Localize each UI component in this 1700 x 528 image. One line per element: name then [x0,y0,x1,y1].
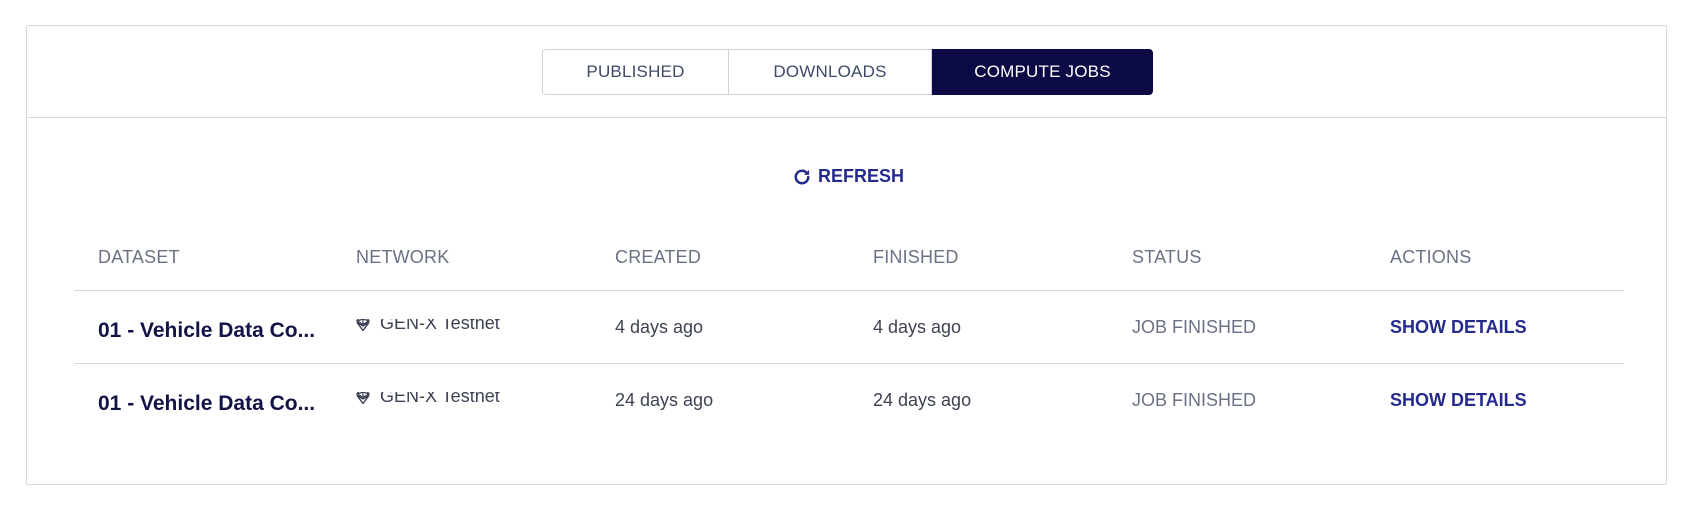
dataset-link[interactable]: 01 - Vehicle Data Co... [74,311,332,343]
created-cell: 4 days ago [615,316,704,337]
status-cell: JOB FINISHED [1132,389,1257,410]
network-name: GEN-X Testnet [380,318,500,333]
header-created: CREATED [615,246,702,267]
status-cell: JOB FINISHED [1132,316,1257,337]
tab-compute-jobs[interactable]: COMPUTE JOBS [932,49,1153,95]
network-cell: GEN-X Testnet [332,391,591,409]
created-cell: 24 days ago [615,389,714,410]
tab-bar: PUBLISHED DOWNLOADS COMPUTE JOBS [27,26,1666,118]
table-header: DATASET NETWORK CREATED FINISHED STATUS … [74,236,1624,291]
finished-cell: 4 days ago [873,316,962,337]
finished-cell: 24 days ago [873,389,972,410]
show-details-button[interactable]: SHOW DETAILS [1366,390,1624,411]
compute-jobs-table: DATASET NETWORK CREATED FINISHED STATUS … [74,236,1624,436]
ethereum-icon [356,391,370,409]
tab-published[interactable]: PUBLISHED [542,49,729,95]
tab-group: PUBLISHED DOWNLOADS COMPUTE JOBS [542,49,1153,95]
dataset-link[interactable]: 01 - Vehicle Data Co... [74,384,332,416]
table-row: 01 - Vehicle Data Co... GEN-X Testnet 4 … [74,291,1624,364]
tab-downloads[interactable]: DOWNLOADS [729,49,932,95]
network-name: GEN-X Testnet [380,391,500,406]
header-actions: ACTIONS [1390,246,1472,267]
header-network: NETWORK [356,246,450,267]
header-finished: FINISHED [873,246,959,267]
header-dataset: DATASET [98,246,180,267]
network-cell: GEN-X Testnet [332,318,591,336]
table-row: 01 - Vehicle Data Co... GEN-X Testnet 24… [74,364,1624,436]
refresh-icon [792,167,812,187]
show-details-button[interactable]: SHOW DETAILS [1366,317,1624,338]
header-status: STATUS [1132,246,1202,267]
ethereum-icon [356,318,370,336]
refresh-label: REFRESH [818,166,905,186]
refresh-button[interactable]: REFRESH [792,166,904,187]
compute-jobs-panel: PUBLISHED DOWNLOADS COMPUTE JOBS REFRESH… [26,25,1667,485]
